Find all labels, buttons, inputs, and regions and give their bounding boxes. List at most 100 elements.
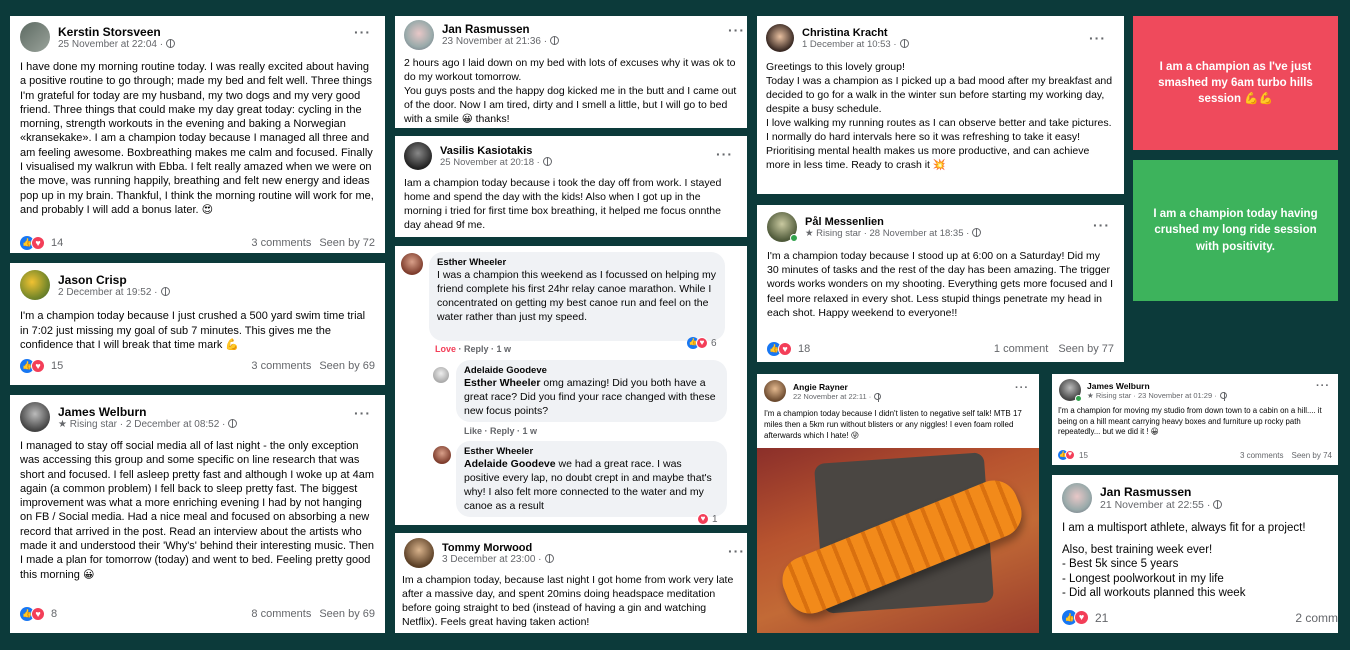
author-name[interactable]: James Welburn: [58, 405, 237, 419]
post-body: Greetings to this lovely group! Today I …: [766, 61, 1113, 171]
post-body: I am a champion as I've just smashed my …: [1158, 61, 1313, 105]
reactions[interactable]: 👍 ♥: [1058, 450, 1075, 460]
author-name[interactable]: James Welburn: [1087, 381, 1227, 391]
comments-link[interactable]: 8 comments: [251, 608, 311, 620]
comment-reactions[interactable]: ♥ 1: [697, 513, 718, 525]
post-date[interactable]: ★ Rising star · 28 November at 18:35 ·: [805, 227, 982, 239]
colored-post-red: I am a champion as I've just smashed my …: [1133, 16, 1338, 150]
author-name[interactable]: Jan Rasmussen: [442, 24, 559, 36]
avatar[interactable]: [433, 446, 451, 464]
avatar[interactable]: [404, 538, 434, 568]
post-date[interactable]: 25 November at 20:18 ·: [440, 156, 552, 168]
love-icon: ♥: [31, 359, 45, 373]
post-date[interactable]: 25 November at 22:04 ·: [58, 38, 176, 50]
reply-link[interactable]: · Reply · 1 w: [459, 344, 512, 354]
post-date[interactable]: 3 December at 23:00 ·: [442, 553, 554, 565]
avatar[interactable]: [401, 253, 423, 275]
love-icon: ♥: [1074, 610, 1089, 625]
reactions[interactable]: 👍 ♥: [767, 342, 792, 356]
author-name[interactable]: Pål Messenlien: [805, 216, 981, 228]
avatar[interactable]: [20, 402, 50, 432]
avatar[interactable]: [433, 367, 449, 383]
post-date[interactable]: ★ Rising star · 23 November at 01:29 ·: [1087, 391, 1227, 401]
post-footer: 👍 ♥ 14 3 comments Seen by 72: [20, 236, 375, 250]
comment-text: Esther Wheeler omg amazing! Did you both…: [464, 377, 716, 417]
comments-link[interactable]: 3 comments: [251, 360, 311, 372]
reactions[interactable]: 👍 ♥: [20, 359, 45, 373]
post-date[interactable]: 1 December at 10:53 ·: [802, 38, 909, 50]
seen-by[interactable]: Seen by 74: [1292, 451, 1332, 460]
post-photo[interactable]: [757, 448, 1039, 633]
post-date[interactable]: 21 November at 22:55 ·: [1100, 499, 1223, 511]
reaction-count[interactable]: 21: [1095, 611, 1108, 625]
comments-link[interactable]: 3 comments: [1240, 451, 1284, 460]
seen-by[interactable]: Seen by 69: [319, 360, 375, 372]
avatar[interactable]: [20, 270, 50, 300]
globe-icon: [1213, 500, 1223, 509]
reactions[interactable]: 👍 ♥: [1062, 610, 1089, 625]
reaction-count[interactable]: 15: [51, 360, 63, 372]
post-date[interactable]: 23 November at 21:36 ·: [442, 35, 560, 47]
post-line: Also, best training week ever!: [1062, 543, 1213, 556]
post-card-tommy: Tommy Morwood 3 December at 23:00 · ··· …: [395, 533, 747, 633]
comments-link[interactable]: 3 comments: [251, 237, 311, 249]
post-line: - Did all workouts planned this week: [1062, 587, 1246, 599]
seen-by[interactable]: Seen by 77: [1058, 343, 1114, 355]
author-name[interactable]: Vasilis Kasiotakis: [440, 145, 552, 157]
more-options-icon[interactable]: ···: [1015, 382, 1029, 394]
more-options-icon[interactable]: ···: [354, 24, 371, 40]
avatar[interactable]: [404, 20, 434, 50]
more-options-icon[interactable]: ···: [1093, 217, 1110, 233]
globe-icon: [899, 38, 909, 48]
comments-link[interactable]: 2 comm: [1295, 611, 1338, 625]
author-name[interactable]: Jan Rasmussen: [1100, 485, 1222, 499]
reactions[interactable]: 👍 ♥: [20, 236, 45, 250]
globe-icon: [228, 418, 238, 428]
love-icon: ♥: [31, 236, 45, 250]
seen-by[interactable]: Seen by 72: [319, 237, 375, 249]
avatar[interactable]: [764, 380, 786, 402]
post-body: I'm a champion today because I didn't li…: [764, 409, 1022, 440]
mention[interactable]: Esther Wheeler: [464, 377, 540, 389]
author-name[interactable]: Angie Rayner: [793, 382, 881, 392]
seen-by[interactable]: Seen by 69: [319, 608, 375, 620]
avatar[interactable]: [1062, 483, 1092, 513]
avatar[interactable]: [404, 142, 432, 170]
author-name[interactable]: Tommy Morwood: [442, 542, 554, 554]
author-name[interactable]: Christina Kracht: [802, 27, 909, 39]
reaction-count[interactable]: 18: [798, 343, 810, 355]
colored-post-green: I am a champion today having crushed my …: [1133, 160, 1338, 301]
more-options-icon[interactable]: ···: [1089, 30, 1106, 46]
post-date[interactable]: ★ Rising star · 2 December at 08:52 ·: [58, 418, 238, 430]
post-line: I am a multisport athlete, always fit fo…: [1062, 522, 1306, 534]
more-options-icon[interactable]: ···: [354, 405, 371, 421]
reaction-count[interactable]: 14: [51, 237, 63, 249]
post-card-angie: Angie Rayner 22 November at 22:11 · ··· …: [757, 374, 1039, 633]
comment-author[interactable]: Esther Wheeler: [437, 257, 717, 268]
post-card-jan-rasmussen: Jan Rasmussen 23 November at 21:36 · ···…: [395, 16, 747, 128]
comment-author[interactable]: Esther Wheeler: [464, 446, 719, 457]
globe-icon: [972, 227, 982, 237]
comments-link[interactable]: 1 comment: [994, 343, 1048, 355]
avatar[interactable]: [766, 24, 794, 52]
mention[interactable]: Adelaide Goodeve: [464, 458, 556, 470]
love-icon: ♥: [778, 342, 792, 356]
more-options-icon[interactable]: ···: [716, 146, 733, 162]
love-link[interactable]: Love: [435, 344, 456, 354]
more-options-icon[interactable]: ···: [728, 22, 745, 38]
author-name[interactable]: Kerstin Storsveen: [58, 25, 175, 39]
comment-author[interactable]: Adelaide Goodeve: [464, 365, 719, 376]
reaction-count[interactable]: 8: [51, 608, 57, 620]
reaction-count[interactable]: 15: [1079, 451, 1088, 460]
author-name[interactable]: Jason Crisp: [58, 273, 170, 287]
more-options-icon[interactable]: ···: [1316, 380, 1330, 392]
post-date[interactable]: 22 November at 22:11 ·: [793, 392, 882, 402]
avatar[interactable]: [20, 22, 50, 52]
more-options-icon[interactable]: ···: [728, 543, 745, 559]
comment-reactions[interactable]: 👍 ♥ 6: [687, 337, 717, 349]
love-icon: ♥: [31, 607, 45, 621]
post-date[interactable]: 2 December at 19:52 ·: [58, 286, 170, 298]
reactions[interactable]: 👍 ♥: [20, 607, 45, 621]
post-footer: 👍 ♥ 8 8 comments Seen by 69: [20, 607, 375, 621]
comment-actions[interactable]: Like · Reply · 1 w: [464, 426, 537, 436]
